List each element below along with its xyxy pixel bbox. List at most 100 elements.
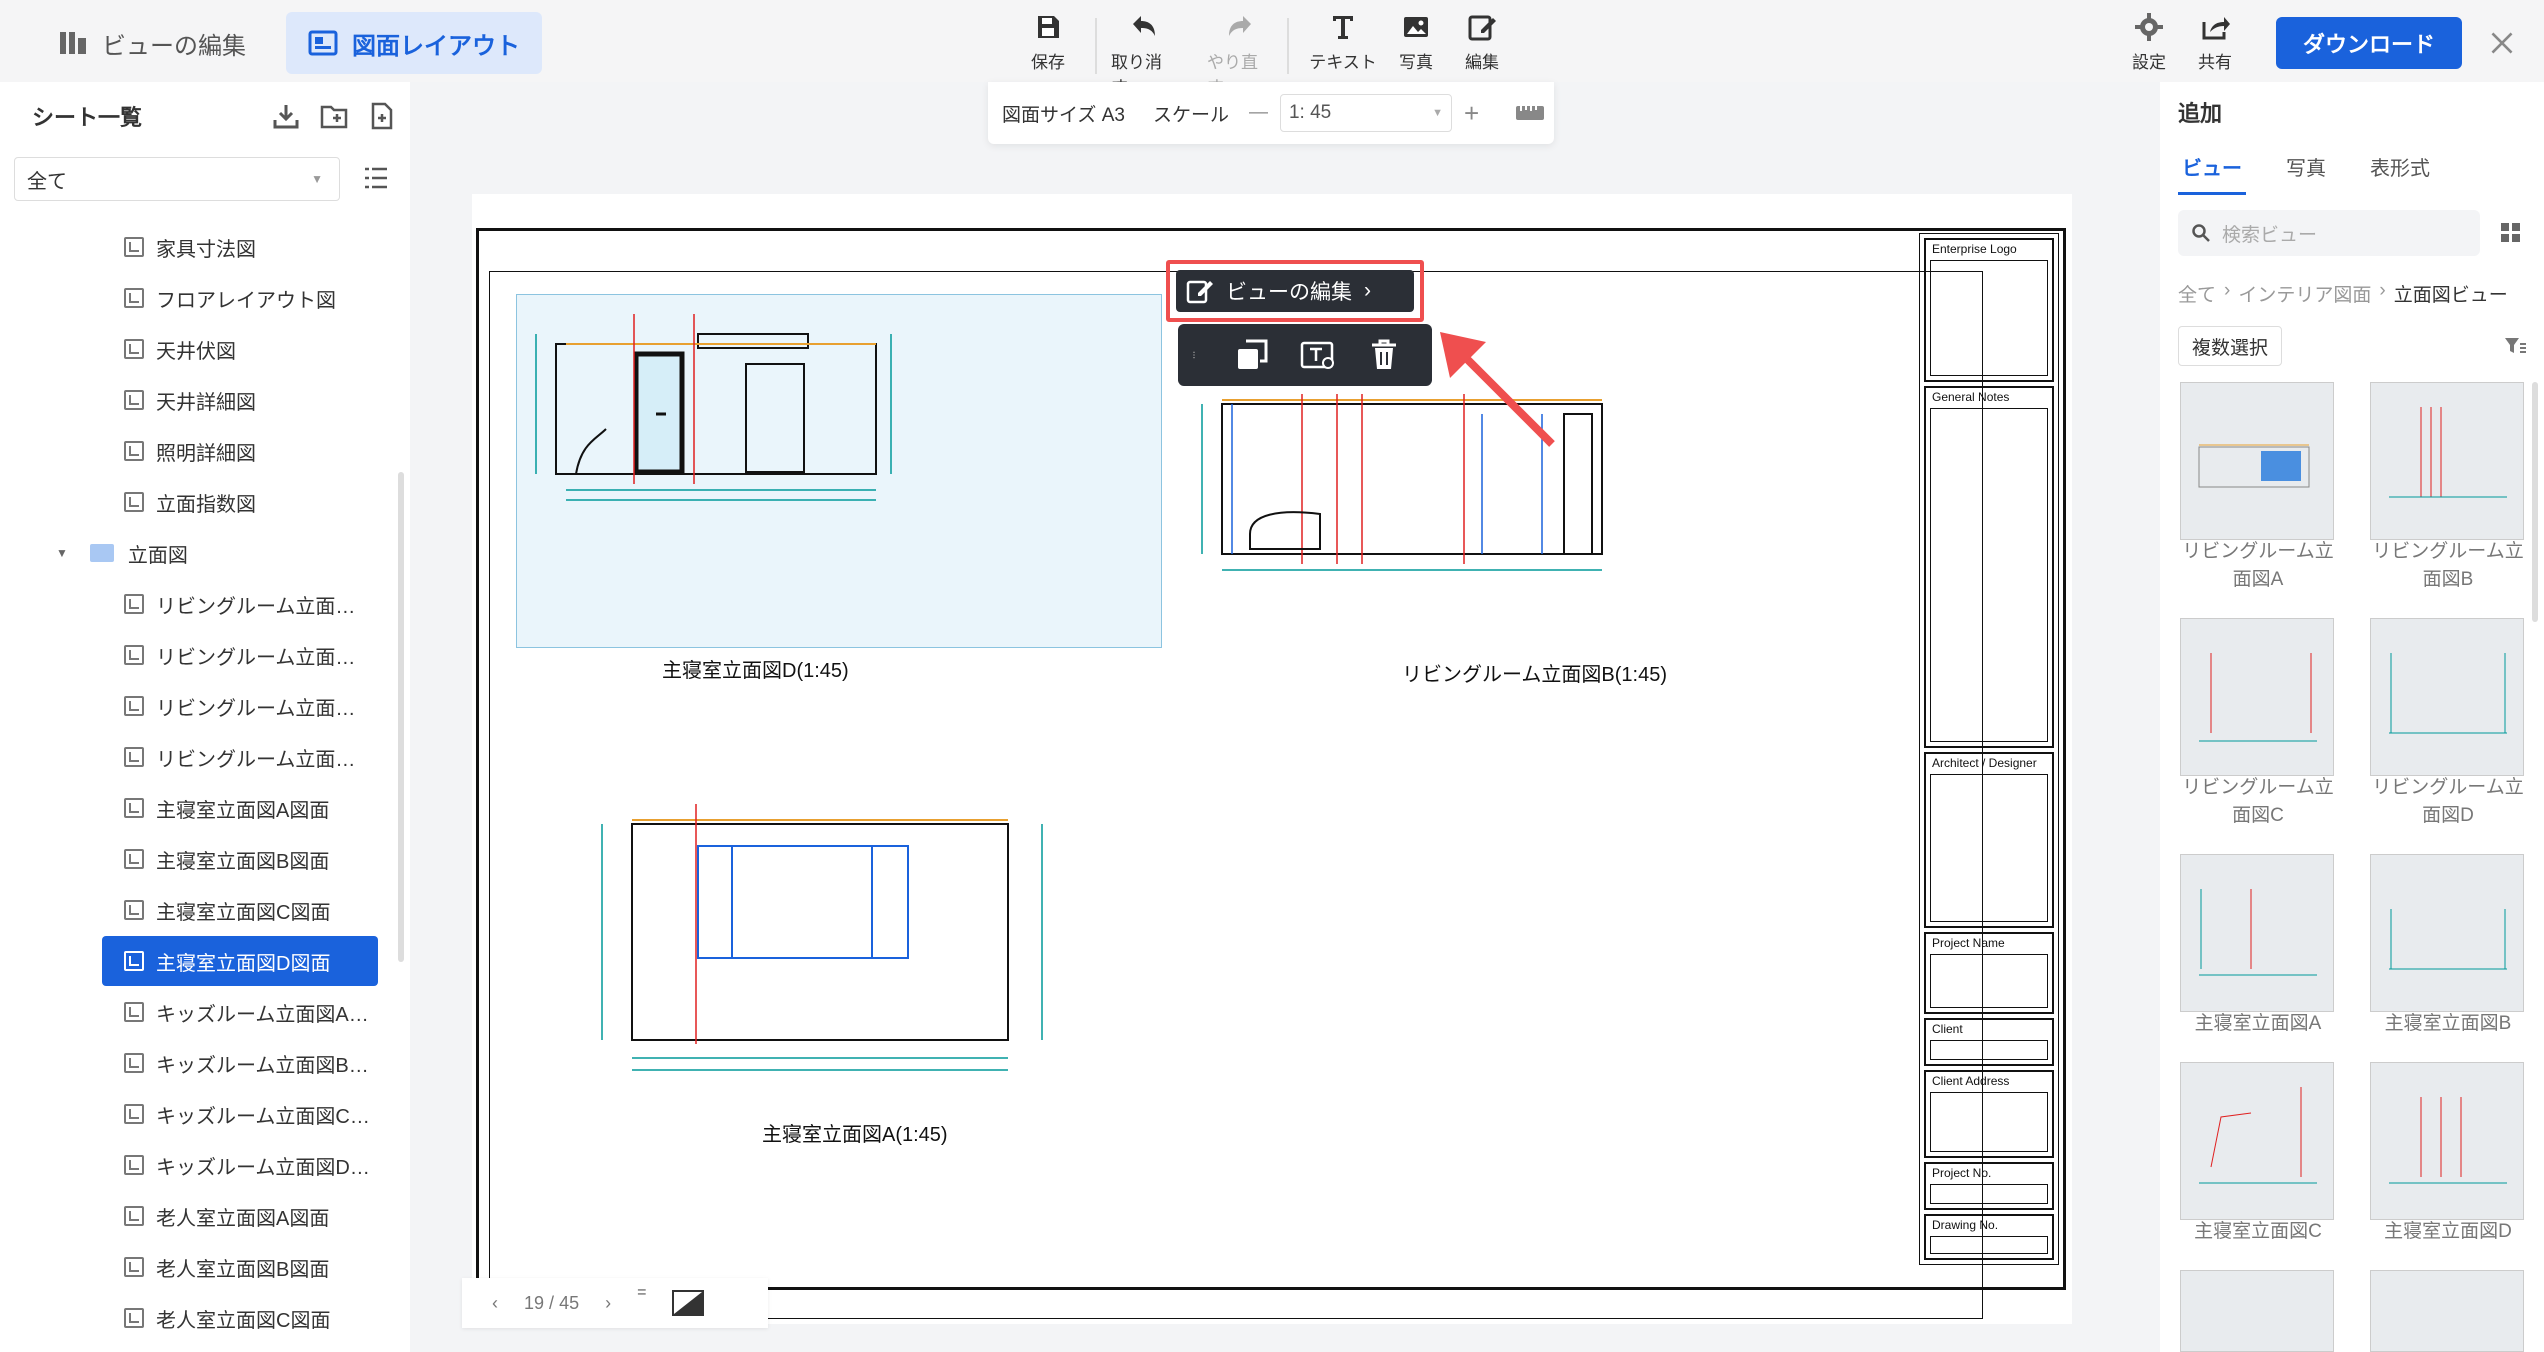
view-thumbnail[interactable] xyxy=(2180,382,2334,540)
search-input[interactable]: 検索ビュー xyxy=(2178,210,2480,256)
image-button[interactable]: 写真 xyxy=(1383,12,1449,73)
drag-handle-icon[interactable] xyxy=(1192,337,1204,373)
sheet-item[interactable]: リビングルーム立面… xyxy=(0,579,400,629)
tab-layout[interactable]: 図面レイアウト xyxy=(286,12,542,74)
edit-view-button[interactable]: ビューの編集 › xyxy=(1176,270,1414,312)
new-folder-icon[interactable] xyxy=(320,102,348,130)
view-thumbnail[interactable] xyxy=(2180,618,2334,776)
edit-button[interactable]: 編集 xyxy=(1449,12,1515,73)
sheet-item[interactable]: 主寝室立面図C図面 xyxy=(0,885,400,935)
save-icon xyxy=(1038,16,1059,38)
sheet-item[interactable]: キッズルーム立面図C… xyxy=(0,1089,400,1139)
sheet-item[interactable]: リビングルーム立面… xyxy=(0,732,400,782)
sheet-icon xyxy=(124,390,144,410)
multi-select-button[interactable]: 複数選択 xyxy=(2178,326,2282,366)
sheet-item[interactable]: キッズルーム立面図B… xyxy=(0,1038,400,1088)
view-thumbnail[interactable] xyxy=(2370,1062,2524,1220)
sheet-icon xyxy=(124,492,144,512)
edit-text-icon[interactable] xyxy=(1300,337,1336,373)
sheet-item-label: リビングルーム立面… xyxy=(156,697,356,720)
grid-view-icon[interactable] xyxy=(2500,222,2522,244)
tab-tables[interactable]: 表形式 xyxy=(2370,152,2430,181)
list-settings-icon[interactable] xyxy=(362,164,390,192)
sheet-icon xyxy=(124,798,144,818)
share-button[interactable]: 共有 xyxy=(2182,12,2248,73)
breadcrumb-item[interactable]: 全て xyxy=(2178,280,2216,307)
edit-view-popover: ビューの編集 › xyxy=(1166,260,1424,322)
sheet-item[interactable]: 老人室立面図B図面 xyxy=(0,1242,400,1292)
add-panel: 追加 ビュー 写真 表形式 検索ビュー 全て › インテリア図面 › 立面図ビュ… xyxy=(2160,82,2544,1352)
elevation-drawing-d[interactable] xyxy=(516,294,1162,648)
view-thumbnail[interactable] xyxy=(2180,1062,2334,1220)
scale-increase-button[interactable]: + xyxy=(1464,98,1479,129)
scrollbar[interactable] xyxy=(398,472,404,962)
ruler-icon[interactable] xyxy=(1515,101,1545,125)
sheet-item[interactable]: 天井詳細図 xyxy=(0,375,400,425)
image-label: 写真 xyxy=(1399,53,1433,72)
chevron-right-icon[interactable]: › xyxy=(605,1293,611,1314)
delete-icon[interactable] xyxy=(1366,337,1402,373)
close-icon[interactable] xyxy=(2482,23,2522,63)
sheet-item[interactable]: 立面指数図 xyxy=(0,477,400,527)
elevation-drawing-a[interactable] xyxy=(572,794,1132,1104)
breadcrumb-item[interactable]: インテリア図面 xyxy=(2238,280,2371,307)
scale-value: 1: 45 xyxy=(1288,102,1332,123)
edit-icon xyxy=(1186,280,1213,304)
sheet-item[interactable]: 老人室立面図A図面 xyxy=(0,1191,400,1241)
chevron-left-icon[interactable]: ‹ xyxy=(492,1293,498,1314)
settings-button[interactable]: 設定 xyxy=(2116,12,2182,73)
view-thumbnail[interactable] xyxy=(2180,1270,2334,1352)
scrollbar[interactable] xyxy=(2532,382,2538,622)
view-thumbnail[interactable] xyxy=(2370,618,2524,776)
thumbnail-label: リビングルーム立 面図B xyxy=(2372,541,2524,590)
sheet-icon xyxy=(124,747,144,767)
page-navigator: ‹ 19 / 45 › = xyxy=(462,1278,768,1328)
undo-icon xyxy=(1133,16,1155,36)
view-thumbnail[interactable] xyxy=(2180,854,2334,1012)
sheet-item[interactable]: 照明詳細図 xyxy=(0,426,400,476)
view-thumbnail[interactable] xyxy=(2370,854,2524,1012)
sheet-item-label: 老人室立面図B図面 xyxy=(156,1258,330,1281)
text-button[interactable]: テキスト xyxy=(1303,12,1383,73)
sheet-item[interactable]: フロアレイアウト図 xyxy=(0,273,400,323)
scale-decrease-button[interactable]: — xyxy=(1249,102,1268,124)
sheet-item[interactable]: 天井伏図 xyxy=(0,324,400,374)
sheet-item[interactable]: リビングルーム立面… xyxy=(0,681,400,731)
sheet-icon xyxy=(124,900,144,920)
thumbnail-label: 主寝室立面図A xyxy=(2194,1013,2322,1034)
sheet-item[interactable]: 主寝室立面図B図面 xyxy=(0,834,400,884)
sheet-item[interactable]: キッズルーム立面図D… xyxy=(0,1140,400,1190)
sheet-item-label: フロアレイアウト図 xyxy=(156,289,336,312)
new-sheet-icon[interactable] xyxy=(368,102,396,130)
sheet-icon xyxy=(124,441,144,461)
divider xyxy=(1287,18,1289,74)
folder-icon xyxy=(89,544,114,562)
sheet-item-selected[interactable]: 主寝室立面図D図面 xyxy=(102,936,378,986)
view-thumbnail[interactable] xyxy=(2370,382,2524,540)
duplicate-icon[interactable] xyxy=(1234,337,1270,373)
view-thumbnail[interactable] xyxy=(2370,1270,2524,1352)
folder-elevations[interactable]: ▼ 立面図 xyxy=(0,528,400,578)
tab-view-edit[interactable]: ビューの編集 xyxy=(36,12,268,74)
settings-label: 設定 xyxy=(2132,53,2166,72)
title-cell-architect: Architect / Designer xyxy=(1924,752,2054,928)
download-icon[interactable] xyxy=(272,102,300,130)
sheet-item[interactable]: 老人室立面図C図面 xyxy=(0,1293,400,1343)
sheet-item-label: 主寝室立面図A図面 xyxy=(156,799,330,822)
sheet-filter-select[interactable]: 全て ▼ xyxy=(14,157,340,201)
sheet-icon xyxy=(124,1104,144,1124)
sheet-item[interactable]: キッズルーム立面図A… xyxy=(0,987,400,1037)
save-button[interactable]: 保存 xyxy=(1015,12,1081,73)
sheet-item[interactable]: リビングルーム立面… xyxy=(0,630,400,680)
tab-views[interactable]: ビュー xyxy=(2178,152,2246,195)
scale-input[interactable]: 1: 45 ▼ xyxy=(1279,94,1452,132)
fit-page-icon[interactable] xyxy=(672,1290,705,1316)
sheet-size-label[interactable]: 図面サイズ A3 xyxy=(1002,100,1125,127)
title-cell-client: Client xyxy=(1924,1018,2054,1066)
filter-icon[interactable] xyxy=(2504,336,2526,356)
sheet-icon xyxy=(124,339,144,359)
sheet-item[interactable]: 家具寸法図 xyxy=(0,222,400,272)
sheet-item[interactable]: 主寝室立面図A図面 xyxy=(0,783,400,833)
tab-photos[interactable]: 写真 xyxy=(2286,152,2326,181)
download-button[interactable]: ダウンロード xyxy=(2276,16,2462,69)
